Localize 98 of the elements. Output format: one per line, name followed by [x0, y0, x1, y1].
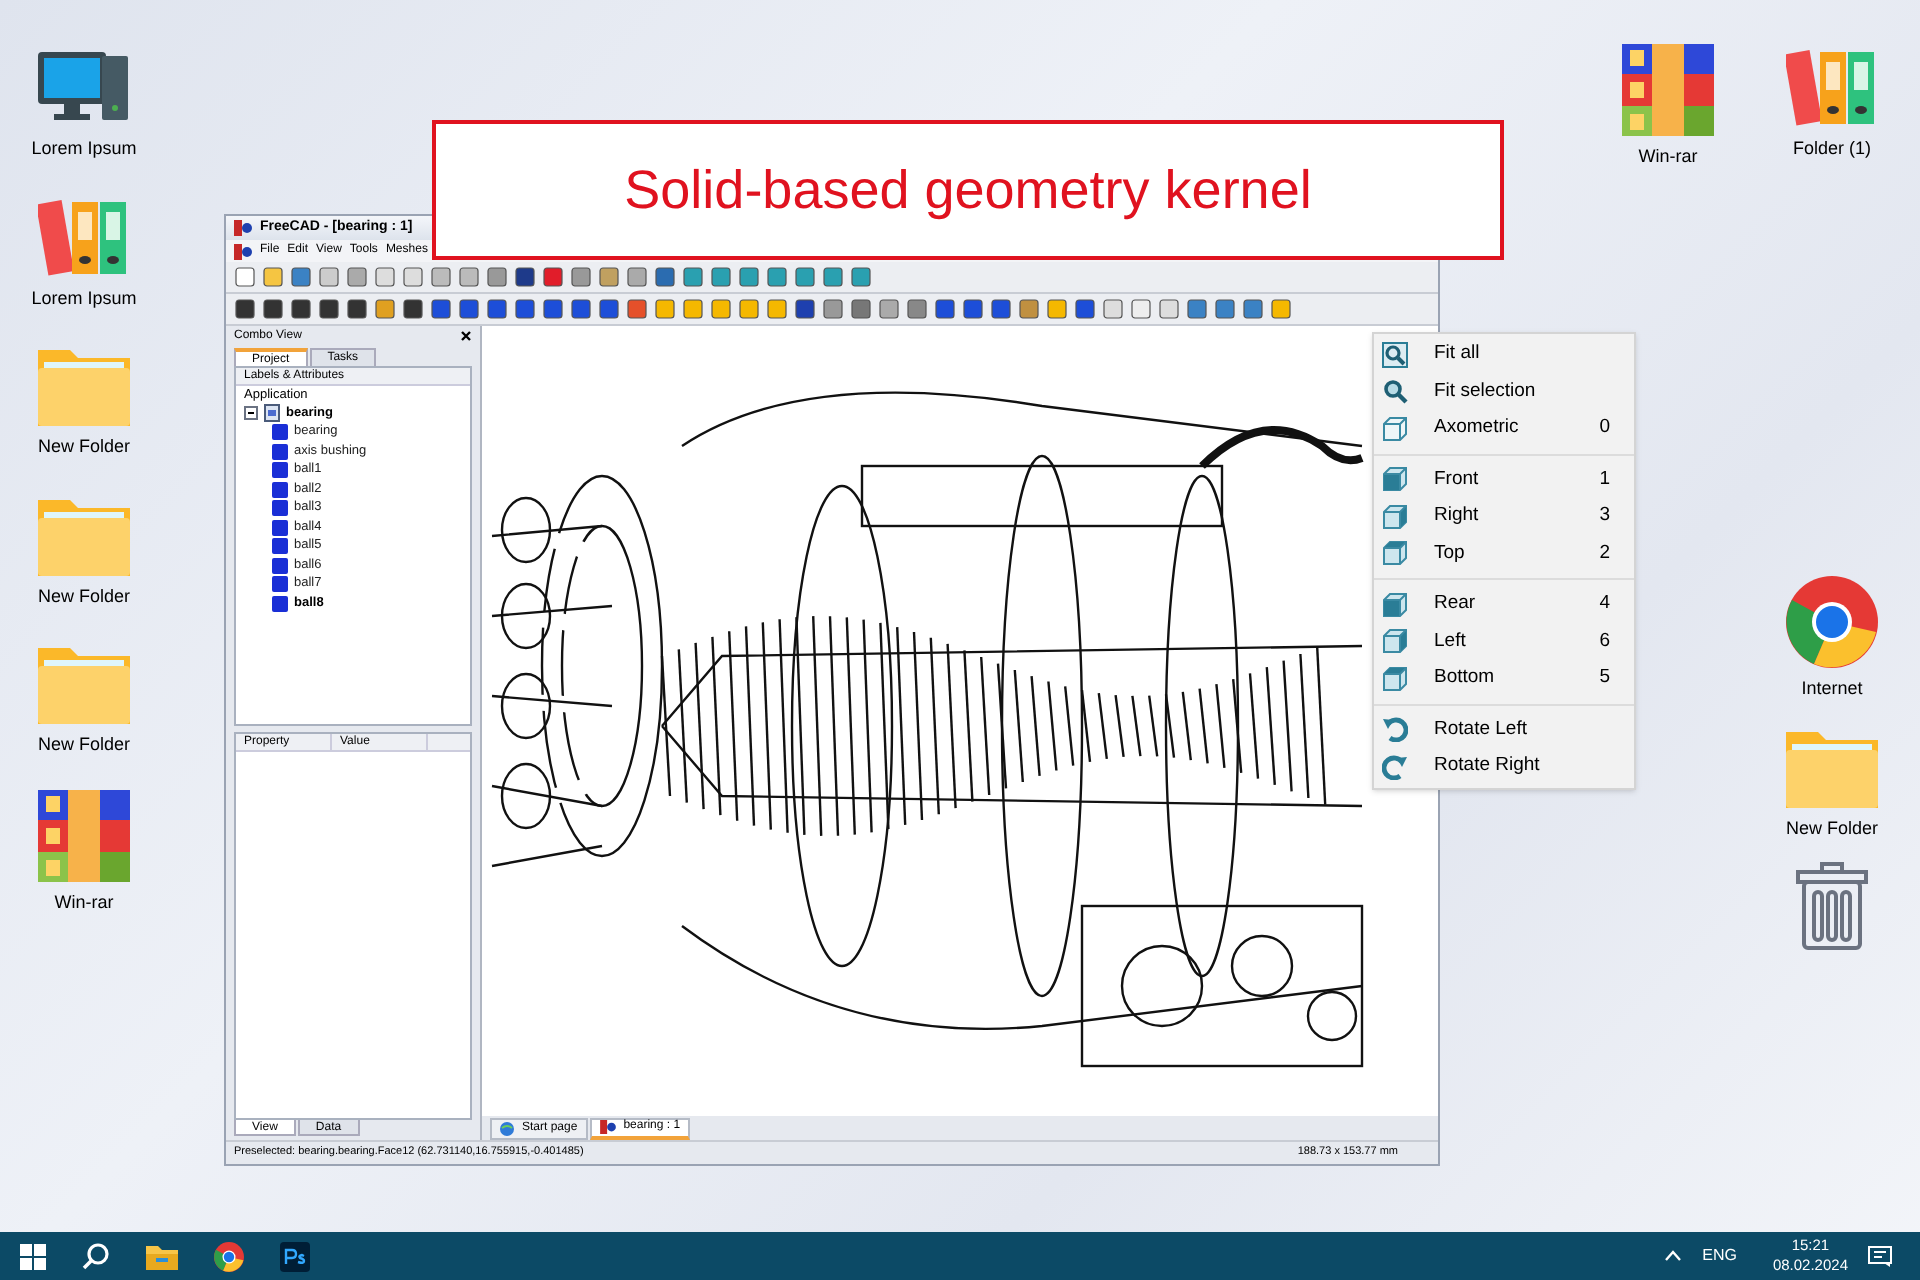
- tool-icon[interactable]: [654, 266, 676, 288]
- menu-item[interactable]: Right 3: [1374, 498, 1634, 535]
- menu-item[interactable]: Rear 4: [1374, 586, 1634, 623]
- search-icon[interactable]: [82, 1242, 110, 1270]
- icon-label: Internet: [1801, 676, 1863, 702]
- browser-icon[interactable]: [214, 1241, 244, 1271]
- tool-icon[interactable]: [906, 298, 928, 320]
- tool-icon[interactable]: [234, 298, 256, 320]
- tool-icon[interactable]: [822, 266, 844, 288]
- tool-icon[interactable]: [514, 266, 536, 288]
- icon-label: Win-rar: [1638, 144, 1698, 170]
- tool-icon[interactable]: [430, 298, 452, 320]
- menu-item[interactable]: Fit all: [1374, 336, 1634, 373]
- language-indicator[interactable]: ENG: [1702, 1244, 1737, 1268]
- tool-icon[interactable]: [486, 266, 508, 288]
- windows-start-icon[interactable]: [20, 1243, 46, 1269]
- menu-item[interactable]: Bottom 5: [1374, 660, 1634, 697]
- tool-icon[interactable]: [1242, 298, 1264, 320]
- menu-item[interactable]: Top 2: [1374, 535, 1634, 572]
- tool-icon[interactable]: [794, 298, 816, 320]
- menu-item[interactable]: Rotate Right: [1374, 748, 1634, 785]
- icon-label: Lorem Ipsum: [31, 285, 137, 312]
- cube-view-icon: [1382, 540, 1408, 567]
- tool-icon[interactable]: [346, 266, 368, 288]
- tool-icon[interactable]: [1018, 298, 1040, 320]
- tool-icon[interactable]: [598, 298, 620, 320]
- cube-view-icon: [1382, 591, 1408, 618]
- notification-icon[interactable]: [1868, 1245, 1892, 1267]
- tool-icon[interactable]: [1186, 298, 1208, 320]
- icon-label: New Folder: [37, 732, 130, 758]
- tool-icon[interactable]: [374, 298, 396, 320]
- folder-icon[interactable]: [146, 1243, 178, 1269]
- tool-icon[interactable]: [850, 298, 872, 320]
- icon-label: New Folder: [1785, 815, 1878, 841]
- tool-icon[interactable]: [346, 298, 368, 320]
- banner-text: Solid-based geometry kernel: [624, 157, 1312, 224]
- tool-icon[interactable]: [402, 298, 424, 320]
- tool-icon[interactable]: [626, 298, 648, 320]
- tool-icon[interactable]: [262, 298, 284, 320]
- tool-icon[interactable]: [766, 266, 788, 288]
- tool-icon[interactable]: [290, 266, 312, 288]
- icon-label: Lorem Ipsum: [31, 136, 137, 162]
- rotate-left-icon: [1382, 716, 1408, 743]
- tool-icon[interactable]: [626, 266, 648, 288]
- browser-icon[interactable]: [1786, 576, 1878, 668]
- tool-icon[interactable]: [878, 298, 900, 320]
- menu-item[interactable]: Rotate Left: [1374, 711, 1634, 748]
- app-logo-icon: [599, 1120, 616, 1134]
- cube-view-icon: [1382, 503, 1408, 530]
- app-logo-icon: [234, 220, 252, 236]
- icon-label: Folder (1): [1792, 136, 1871, 162]
- close-icon[interactable]: [460, 330, 472, 342]
- trash-icon[interactable]: [1794, 862, 1870, 950]
- tool-icon[interactable]: [962, 298, 984, 320]
- tool-icon[interactable]: [542, 266, 564, 288]
- tool-icon[interactable]: [990, 298, 1012, 320]
- tool-icon[interactable]: [458, 298, 480, 320]
- app-logo-icon: [234, 243, 252, 259]
- zoom-icon: [1382, 378, 1408, 405]
- menu-item[interactable]: Axometric 0: [1374, 410, 1634, 447]
- cube-view-icon: [1382, 466, 1408, 493]
- zoom-icon: [1382, 341, 1408, 368]
- caret-icon[interactable]: [1664, 1250, 1683, 1262]
- tool-icon[interactable]: [542, 298, 564, 320]
- tool-icon[interactable]: [1074, 298, 1096, 320]
- menu-item[interactable]: Front 1: [1374, 461, 1634, 498]
- icon-label: New Folder: [37, 583, 130, 609]
- tool-icon[interactable]: [598, 266, 620, 288]
- menu-item[interactable]: Left 6: [1374, 623, 1634, 660]
- tool-icon[interactable]: [738, 266, 760, 288]
- document-icon: [264, 404, 280, 423]
- globe-icon: [500, 1121, 514, 1135]
- tool-icon[interactable]: [794, 266, 816, 288]
- tool-icon[interactable]: [822, 298, 844, 320]
- archive-icon[interactable]: [1622, 44, 1714, 136]
- tool-icon[interactable]: [318, 298, 340, 320]
- tool-icon[interactable]: [710, 266, 732, 288]
- 3d-viewport[interactable]: [482, 326, 1438, 1116]
- tool-icon[interactable]: [1214, 298, 1236, 320]
- tool-icon[interactable]: [570, 298, 592, 320]
- cube-view-icon: [1382, 628, 1408, 655]
- expander-icon[interactable]: [244, 406, 258, 421]
- archive-icon[interactable]: [38, 789, 130, 881]
- image-editor-icon[interactable]: [280, 1241, 310, 1271]
- cube-view-icon: [1382, 665, 1408, 692]
- tool-icon[interactable]: [570, 266, 592, 288]
- cube-view-icon: [1382, 415, 1408, 442]
- menu-item[interactable]: Fit selection: [1374, 373, 1634, 410]
- icon-label: Win-rar: [54, 889, 114, 915]
- binders-icon[interactable]: [1786, 44, 1878, 128]
- rotate-right-icon: [1382, 753, 1408, 780]
- tool-icon[interactable]: [850, 266, 872, 288]
- tool-icon[interactable]: [934, 298, 956, 320]
- icon-label: New Folder: [37, 434, 130, 460]
- tool-icon[interactable]: [290, 298, 312, 320]
- tool-icon[interactable]: [486, 298, 508, 320]
- tool-icon[interactable]: [682, 266, 704, 288]
- tool-icon[interactable]: [514, 298, 536, 320]
